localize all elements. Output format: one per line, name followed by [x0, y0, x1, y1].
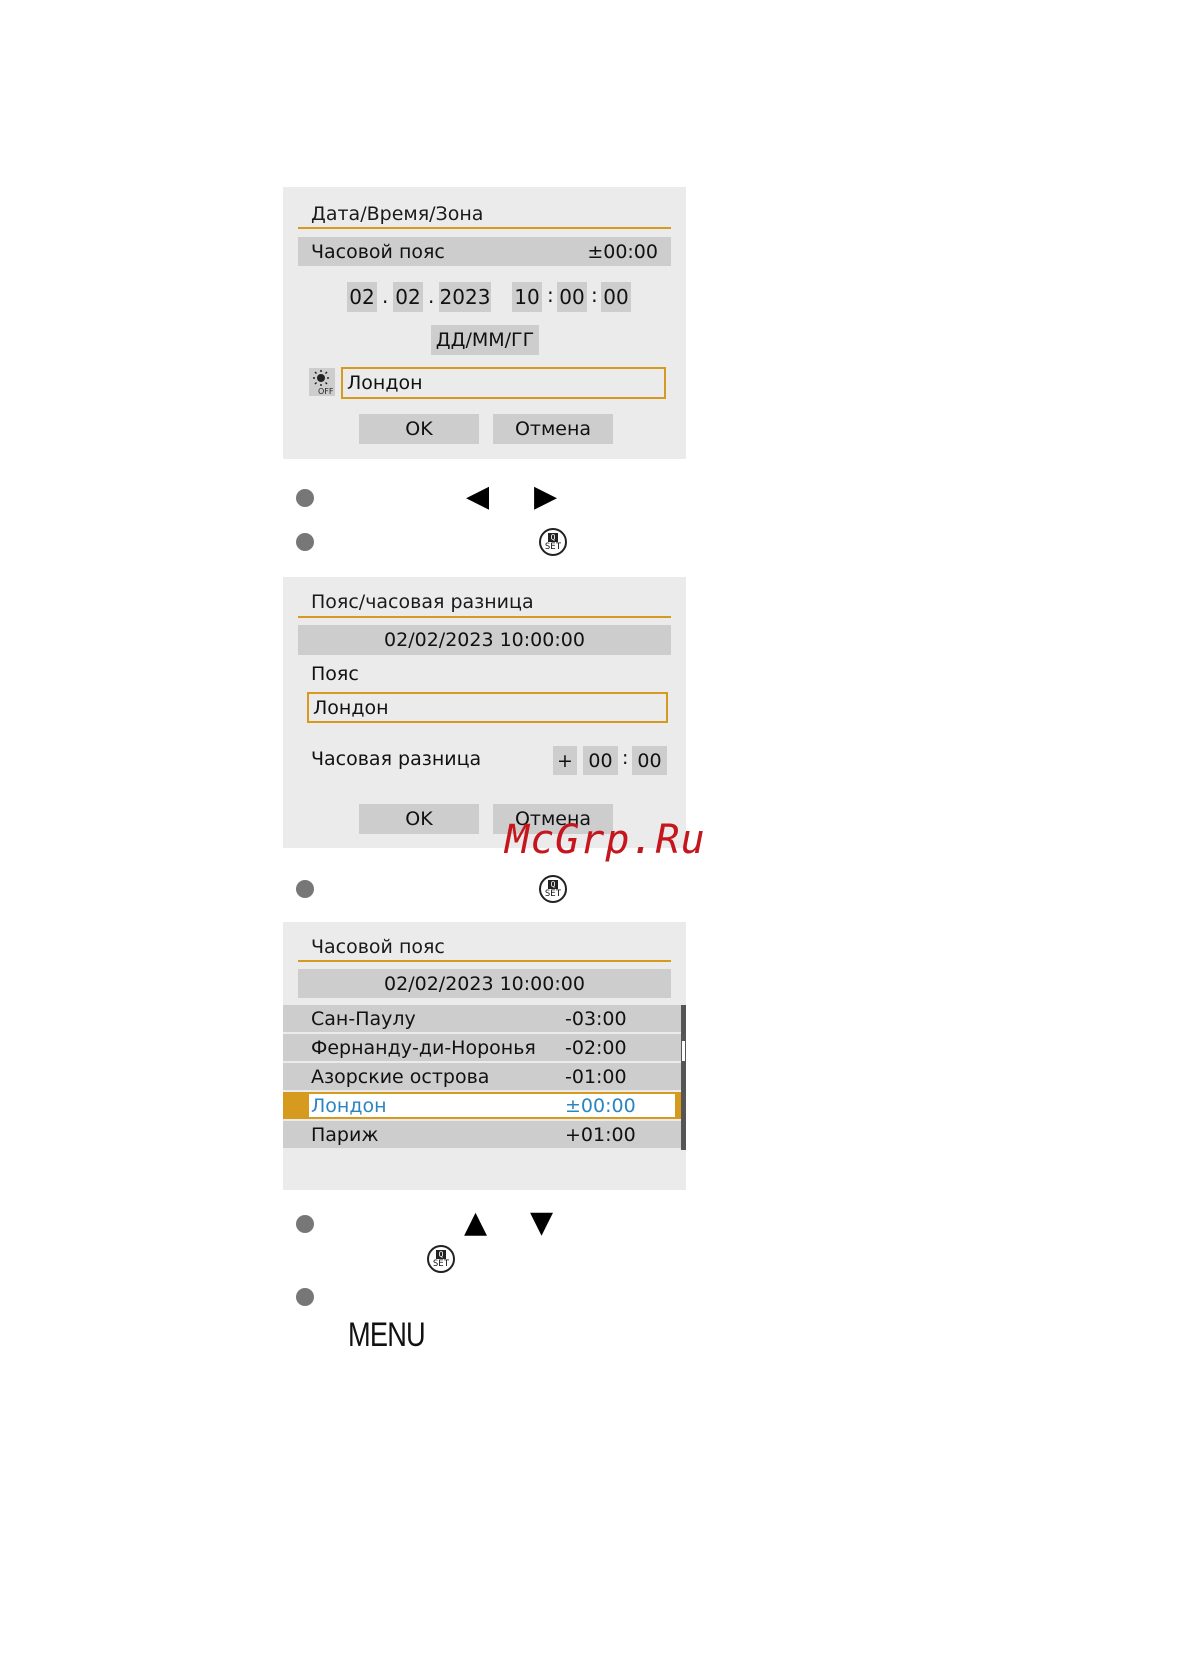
day-field[interactable]: 02: [347, 282, 377, 312]
offset-hours-field[interactable]: 00: [583, 746, 618, 775]
hour-field[interactable]: 10: [512, 282, 542, 312]
timezone-row[interactable]: Часовой пояс ±00:00: [298, 237, 671, 266]
q-set-icon: Q SET: [539, 875, 567, 903]
timezone-offset: -03:00: [565, 1008, 627, 1030]
step-bullet: [296, 1288, 314, 1306]
second-field[interactable]: 00: [601, 282, 631, 312]
timezone-city: Азорские острова: [311, 1066, 490, 1088]
time-difference-label: Часовая разница: [311, 748, 482, 770]
title-divider: [298, 227, 671, 229]
timezone-city: Лондон: [311, 1095, 387, 1117]
year-field[interactable]: 2023: [439, 282, 491, 312]
datetime-zone-screen: Дата/Время/Зона Часовой пояс ±00:00 02 .…: [283, 187, 686, 459]
menu-button-label: MENU: [348, 1316, 426, 1354]
dst-off-icon[interactable]: OFF: [309, 368, 335, 396]
timezone-row-selected[interactable]: Лондон ±00:00: [307, 1092, 677, 1119]
scrollbar[interactable]: [681, 1005, 686, 1150]
screen-title: Часовой пояс: [311, 936, 445, 958]
timezone-offset: ±00:00: [565, 1095, 636, 1117]
timezone-city: Фернанду-ди-Норонья: [311, 1037, 536, 1059]
svg-text:OFF: OFF: [318, 387, 334, 396]
q-set-icon: Q SET: [427, 1245, 455, 1273]
offset-separator: :: [622, 747, 629, 769]
timezone-row[interactable]: Париж +01:00: [283, 1121, 681, 1148]
timezone-offset: +01:00: [565, 1124, 636, 1146]
date-format-button[interactable]: ДД/ММ/ГГ: [431, 325, 539, 355]
city-field[interactable]: Лондон: [341, 367, 666, 399]
time-separator: :: [547, 283, 554, 307]
up-arrow-icon: ▲: [464, 1205, 488, 1240]
screen-title: Дата/Время/Зона: [311, 203, 484, 225]
offset-minutes-field[interactable]: 00: [632, 746, 667, 775]
zone-offset-screen: Пояс/часовая разница 02/02/2023 10:00:00…: [283, 577, 686, 848]
ok-button[interactable]: OK: [359, 804, 479, 834]
down-arrow-icon: ▼: [530, 1205, 554, 1240]
right-arrow-icon: ▶: [534, 479, 558, 514]
timezone-row[interactable]: Сан-Паулу -03:00: [283, 1005, 681, 1032]
watermark: McGrp.Ru: [505, 817, 706, 863]
minute-field[interactable]: 00: [557, 282, 587, 312]
cancel-button[interactable]: Отмена: [493, 414, 613, 444]
title-divider: [298, 616, 671, 618]
datetime-display: 02/02/2023 10:00:00: [298, 625, 671, 655]
timezone-offset: -01:00: [565, 1066, 627, 1088]
step-bullet: [296, 880, 314, 898]
step-bullet: [296, 489, 314, 507]
ok-button[interactable]: OK: [359, 414, 479, 444]
scrollbar-thumb[interactable]: [681, 1040, 686, 1062]
left-arrow-icon: ◀: [466, 479, 490, 514]
date-separator: .: [428, 284, 435, 308]
timezone-value: ±00:00: [587, 240, 658, 263]
step-bullet: [296, 1215, 314, 1233]
time-separator: :: [591, 283, 598, 307]
timezone-city: Париж: [311, 1124, 379, 1146]
timezone-row[interactable]: Азорские острова -01:00: [283, 1063, 681, 1090]
timezone-offset: -02:00: [565, 1037, 627, 1059]
timezone-list-screen: Часовой пояс 02/02/2023 10:00:00 Сан-Пау…: [283, 922, 686, 1190]
datetime-display: 02/02/2023 10:00:00: [298, 969, 671, 998]
title-divider: [298, 960, 671, 962]
timezone-row[interactable]: Фернанду-ди-Норонья -02:00: [283, 1034, 681, 1061]
screen-title: Пояс/часовая разница: [311, 591, 534, 613]
offset-sign-field[interactable]: +: [553, 746, 577, 775]
zone-label: Пояс: [311, 663, 359, 685]
selected-row-marker: [283, 1092, 307, 1119]
step-bullet: [296, 533, 314, 551]
zone-city-field[interactable]: Лондон: [307, 692, 668, 723]
q-set-icon: Q SET: [539, 528, 567, 556]
date-separator: .: [382, 284, 389, 308]
month-field[interactable]: 02: [393, 282, 423, 312]
timezone-label: Часовой пояс: [311, 240, 445, 263]
timezone-city: Сан-Паулу: [311, 1008, 416, 1030]
